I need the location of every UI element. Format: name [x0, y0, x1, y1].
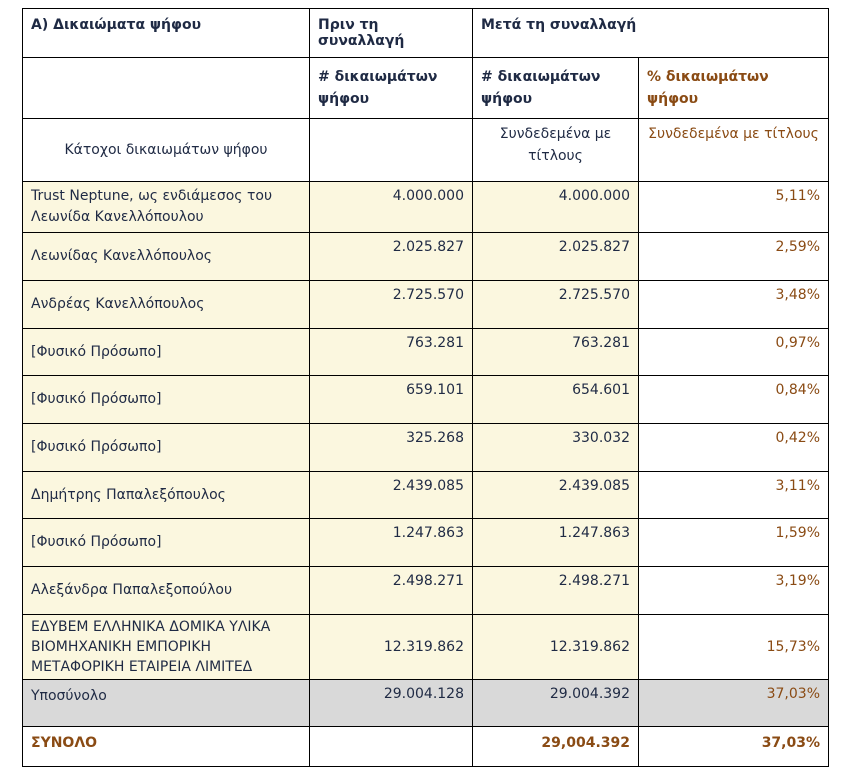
table-row: [Φυσικό Πρόσωπο] 325.268 330.032 0,42%: [22, 423, 829, 472]
holder-name: [Φυσικό Πρόσωπο]: [22, 375, 310, 424]
total-label: ΣΥΝΟΛΟ: [22, 726, 310, 767]
empty-linked-before: [309, 118, 473, 182]
table-row: Δημήτρης Παπαλεξόπουλος 2.439.085 2.439.…: [22, 471, 829, 519]
before-count: 1.247.863: [309, 518, 473, 567]
table-row: Λεωνίδας Κανελλόπουλος 2.025.827 2.025.8…: [22, 232, 829, 281]
pct-header: % δικαιωμάτων ψήφου: [638, 57, 829, 119]
table-row: Ανδρέας Κανελλόπουλος 2.725.570 2.725.57…: [22, 280, 829, 329]
table-row: ΕΔΥΒΕΜ ΕΛΛΗΝΙΚΑ ΔΟΜΙΚΑ ΥΛΙΚΑ ΒΙΟΜΗΧΑΝΙΚΗ…: [22, 614, 829, 680]
linked-header-after: Συνδεδεμένα με τίτλους: [472, 118, 639, 182]
pct-value: 5,11%: [638, 181, 829, 233]
table-row: [Φυσικό Πρόσωπο] 763.281 763.281 0,97%: [22, 328, 829, 376]
header-row-3: Κάτοχοι δικαιωμάτων ψήφου Συνδεδεμένα με…: [22, 118, 829, 182]
table-row: Trust Neptune, ως ενδιάμεσος του Λεωνίδα…: [22, 181, 829, 233]
pct-value: 1,59%: [638, 518, 829, 567]
before-count: 2.725.570: [309, 280, 473, 329]
after-count: 4.000.000: [472, 181, 639, 233]
before-count: 2.439.085: [309, 471, 473, 519]
table-row: [Φυσικό Πρόσωπο] 1.247.863 1.247.863 1,5…: [22, 518, 829, 567]
holder-name: [Φυσικό Πρόσωπο]: [22, 328, 310, 376]
after-count: 2.439.085: [472, 471, 639, 519]
after-count: 2.725.570: [472, 280, 639, 329]
before-count: 763.281: [309, 328, 473, 376]
subtotal-after: 29.004.392: [472, 679, 639, 727]
before-count: 2.025.827: [309, 232, 473, 281]
pct-value: 2,59%: [638, 232, 829, 281]
after-count: 763.281: [472, 328, 639, 376]
pct-value: 0,97%: [638, 328, 829, 376]
after-count: 1.247.863: [472, 518, 639, 567]
before-count: 2.498.271: [309, 566, 473, 615]
holder-name: Αλεξάνδρα Παπαλεξοπούλου: [22, 566, 310, 615]
holder-name: ΕΔΥΒΕΜ ΕΛΛΗΝΙΚΑ ΔΟΜΙΚΑ ΥΛΙΚΑ ΒΙΟΜΗΧΑΝΙΚΗ…: [22, 614, 310, 680]
total-before: [309, 726, 473, 767]
subtotal-label: Υποσύνολο: [22, 679, 310, 727]
subtotal-before: 29.004.128: [309, 679, 473, 727]
pct-value: 3,48%: [638, 280, 829, 329]
after-count: 654.601: [472, 375, 639, 424]
pct-value: 0,42%: [638, 423, 829, 472]
count-header-before: # δικαιωμάτων ψήφου: [309, 57, 473, 119]
subtotal-pct: 37,03%: [638, 679, 829, 727]
table-row: Αλεξάνδρα Παπαλεξοπούλου 2.498.271 2.498…: [22, 566, 829, 615]
empty-header-cell: [22, 57, 310, 119]
header-row-1: Α) Δικαιώματα ψήφου Πριν τη συναλλαγή Με…: [22, 8, 829, 58]
holders-header: Κάτοχοι δικαιωμάτων ψήφου: [22, 118, 310, 182]
after-count: 12.319.862: [472, 614, 639, 680]
holder-name: Trust Neptune, ως ενδιάμεσος του Λεωνίδα…: [22, 181, 310, 233]
after-transaction-header: Μετά τη συναλλαγή: [472, 8, 829, 58]
linked-header-pct: Συνδεδεμένα με τίτλους: [638, 118, 829, 182]
holder-name: Ανδρέας Κανελλόπουλος: [22, 280, 310, 329]
before-count: 659.101: [309, 375, 473, 424]
after-count: 330.032: [472, 423, 639, 472]
before-count: 4.000.000: [309, 181, 473, 233]
holder-name: Δημήτρης Παπαλεξόπουλος: [22, 471, 310, 519]
table-row: [Φυσικό Πρόσωπο] 659.101 654.601 0,84%: [22, 375, 829, 424]
pct-value: 3,11%: [638, 471, 829, 519]
total-pct: 37,03%: [638, 726, 829, 767]
header-row-2: # δικαιωμάτων ψήφου # δικαιωμάτων ψήφου …: [22, 57, 829, 119]
pct-value: 3,19%: [638, 566, 829, 615]
pct-value: 0,84%: [638, 375, 829, 424]
section-title: Α) Δικαιώματα ψήφου: [22, 8, 310, 58]
subtotal-row: Υποσύνολο 29.004.128 29.004.392 37,03%: [22, 679, 829, 727]
holder-name: Λεωνίδας Κανελλόπουλος: [22, 232, 310, 281]
after-count: 2.498.271: [472, 566, 639, 615]
pct-value: 15,73%: [638, 614, 829, 680]
voting-rights-table: Α) Δικαιώματα ψήφου Πριν τη συναλλαγή Με…: [22, 8, 829, 767]
before-count: 12.319.862: [309, 614, 473, 680]
total-row: ΣΥΝΟΛΟ 29,004.392 37,03%: [22, 726, 829, 767]
before-transaction-header: Πριν τη συναλλαγή: [309, 8, 473, 58]
total-after: 29,004.392: [472, 726, 639, 767]
before-count: 325.268: [309, 423, 473, 472]
count-header-after: # δικαιωμάτων ψήφου: [472, 57, 639, 119]
voting-rights-table-wrapper: Α) Δικαιώματα ψήφου Πριν τη συναλλαγή Με…: [22, 8, 829, 767]
holder-name: [Φυσικό Πρόσωπο]: [22, 423, 310, 472]
holder-name: [Φυσικό Πρόσωπο]: [22, 518, 310, 567]
after-count: 2.025.827: [472, 232, 639, 281]
